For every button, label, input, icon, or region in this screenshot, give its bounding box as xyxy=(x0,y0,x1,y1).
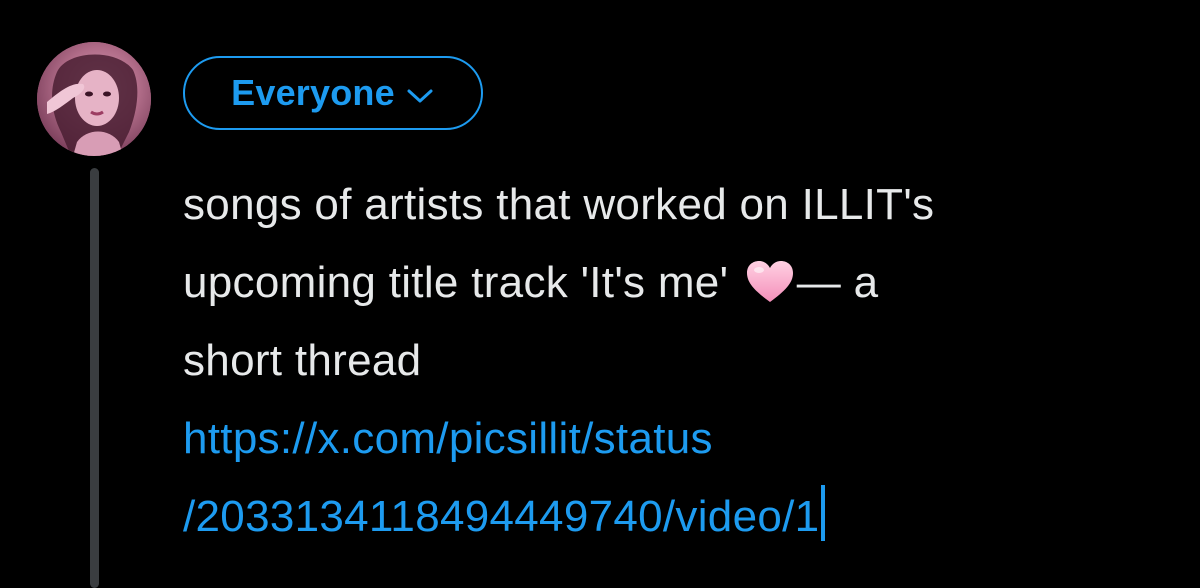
tweet-text-segment: songs of artists that worked on ILLIT's xyxy=(183,180,935,229)
thread-line xyxy=(90,168,99,588)
tweet-link-segment[interactable]: https://x.com/picsillit/status xyxy=(183,414,713,463)
chevron-down-icon xyxy=(407,89,433,103)
compose-area: Everyone songs of artists that worked on… xyxy=(0,0,1200,588)
tweet-text-line: upcoming title track 'It's me' — a xyxy=(183,244,1173,322)
avatar-image xyxy=(37,42,151,156)
audience-label: Everyone xyxy=(231,72,395,113)
tweet-link-segment[interactable]: /2033134118494449740/video/1 xyxy=(183,492,819,541)
tweet-text-input[interactable]: songs of artists that worked on ILLIT's … xyxy=(183,166,1173,556)
text-cursor xyxy=(821,485,826,541)
pink-heart-icon xyxy=(746,261,793,302)
tweet-text-segment: short thread xyxy=(183,336,422,385)
tweet-text-segment: — a xyxy=(796,258,879,307)
audience-selector-button[interactable]: Everyone xyxy=(183,56,483,130)
avatar[interactable] xyxy=(37,42,151,156)
tweet-link-line[interactable]: /2033134118494449740/video/1 xyxy=(183,478,1173,556)
tweet-link-line[interactable]: https://x.com/picsillit/status xyxy=(183,400,1173,478)
tweet-text-segment: upcoming title track 'It's me' xyxy=(183,258,741,307)
tweet-text-line: short thread xyxy=(183,322,1173,400)
tweet-text-line: songs of artists that worked on ILLIT's xyxy=(183,166,1173,244)
